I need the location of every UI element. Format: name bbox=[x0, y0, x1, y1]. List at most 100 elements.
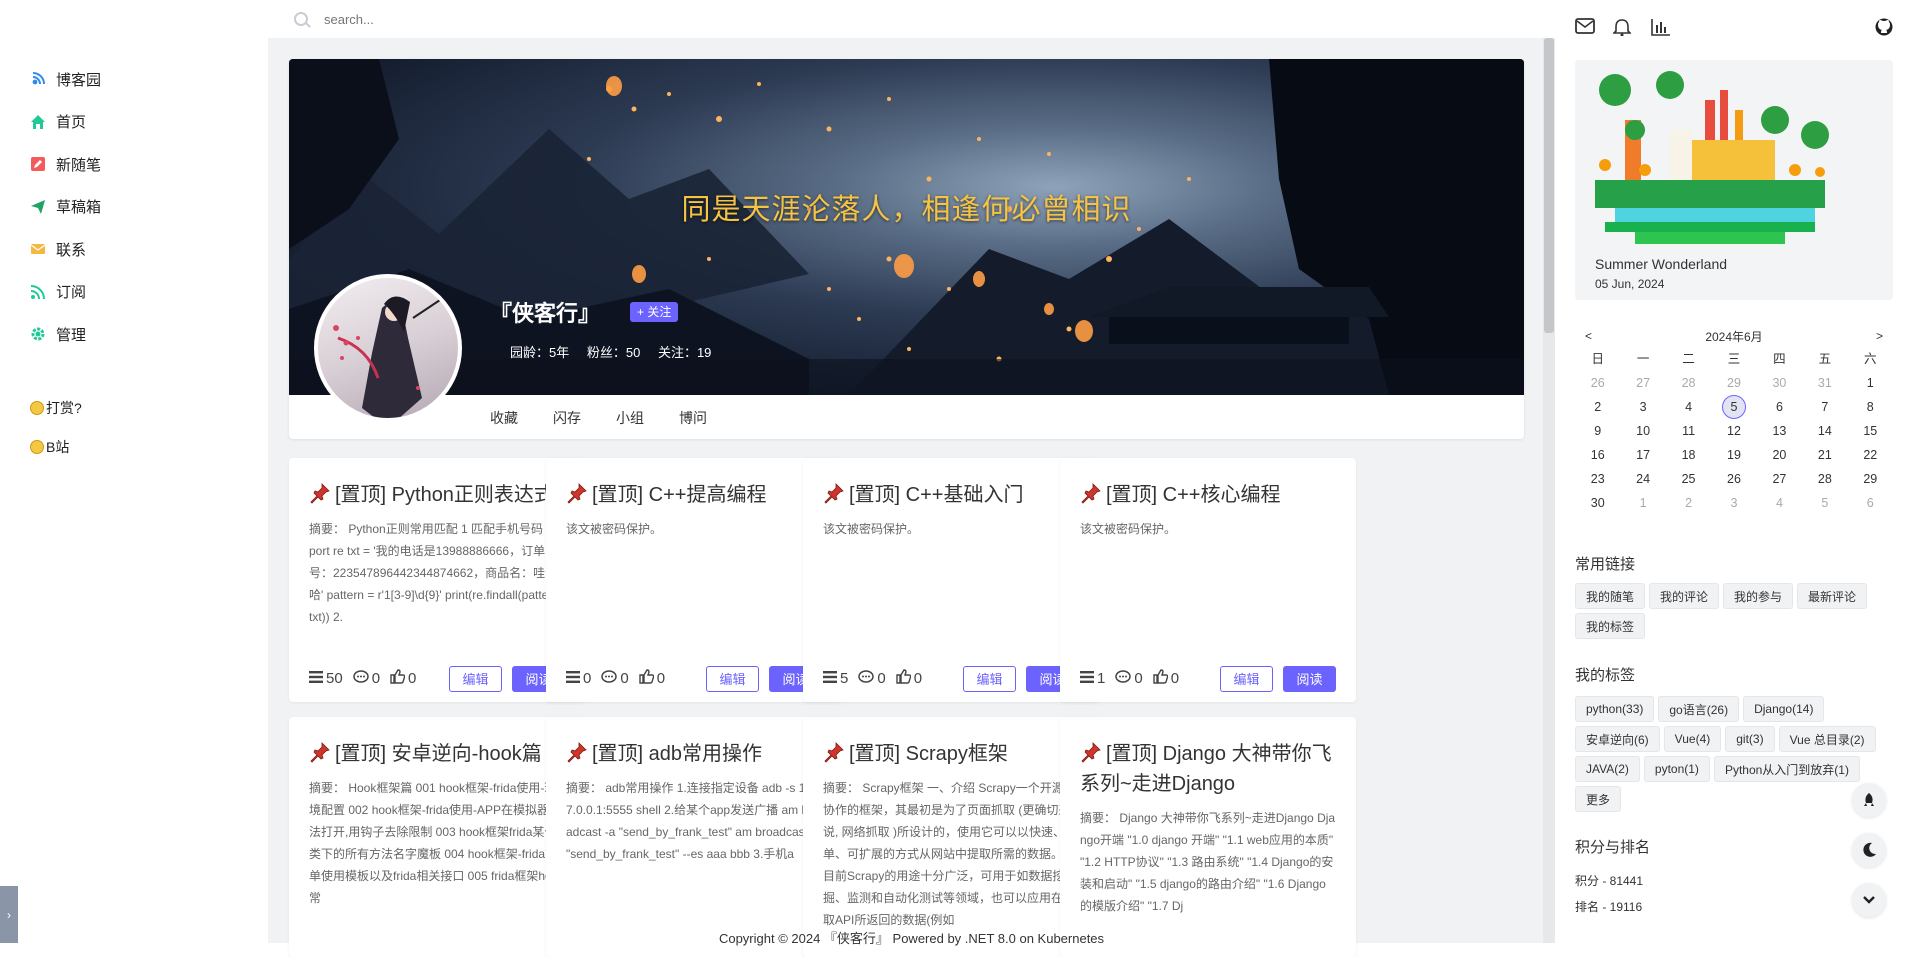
calendar-day[interactable]: 17 bbox=[1620, 443, 1665, 467]
calendar-day[interactable]: 30 bbox=[1575, 491, 1620, 515]
calendar-day[interactable]: 23 bbox=[1575, 467, 1620, 491]
post-title[interactable]: [置顶] 安卓逆向-hook篇 bbox=[309, 739, 565, 769]
github-icon[interactable] bbox=[1875, 18, 1893, 41]
link-chip[interactable]: 我的评论 bbox=[1649, 583, 1720, 609]
tag-chip[interactable]: Vue 总目录(2) bbox=[1778, 726, 1876, 752]
edit-button[interactable]: 编辑 bbox=[963, 665, 1016, 692]
calendar-day[interactable]: 4 bbox=[1757, 491, 1802, 515]
tag-chip[interactable]: 更多 bbox=[1575, 786, 1622, 812]
link-chip[interactable]: 最新评论 bbox=[1797, 583, 1868, 609]
profile-name[interactable]: 『侠客行』 bbox=[490, 296, 600, 328]
bell-icon[interactable] bbox=[1612, 18, 1632, 41]
tag-chip[interactable]: JAVA(2) bbox=[1575, 756, 1640, 782]
post-title[interactable]: [置顶] C++基础入门 bbox=[823, 480, 1079, 510]
tab-questions[interactable]: 博问 bbox=[679, 408, 707, 428]
profile-avatar[interactable] bbox=[314, 274, 462, 422]
calendar-day[interactable]: 20 bbox=[1757, 443, 1802, 467]
post-title[interactable]: [置顶] adb常用操作 bbox=[566, 739, 822, 769]
link-chip[interactable]: 我的随笔 bbox=[1575, 583, 1646, 609]
tag-chip[interactable]: python(33) bbox=[1575, 696, 1655, 722]
expand-handle[interactable]: › bbox=[0, 886, 18, 943]
calendar-day[interactable]: 9 bbox=[1575, 419, 1620, 443]
tab-groups[interactable]: 小组 bbox=[616, 408, 644, 428]
tab-flash[interactable]: 闪存 bbox=[553, 408, 581, 428]
calendar-today[interactable]: 5 bbox=[1711, 395, 1756, 419]
calendar-day[interactable]: 8 bbox=[1848, 395, 1893, 419]
calendar-day[interactable]: 25 bbox=[1666, 467, 1711, 491]
read-button[interactable]: 阅读 bbox=[1283, 665, 1336, 692]
calendar-day[interactable]: 6 bbox=[1848, 491, 1893, 515]
calendar-day[interactable]: 30 bbox=[1757, 371, 1802, 395]
post-title[interactable]: [置顶] Django 大神带你飞系列~走进Django bbox=[1080, 739, 1336, 799]
calendar-day[interactable]: 26 bbox=[1575, 371, 1620, 395]
tag-chip[interactable]: git(3) bbox=[1725, 726, 1775, 752]
calendar-day[interactable]: 3 bbox=[1620, 395, 1665, 419]
search-input[interactable] bbox=[324, 11, 624, 27]
rocket-button[interactable] bbox=[1852, 783, 1886, 817]
follow-button[interactable]: + 关注 bbox=[630, 302, 679, 322]
tag-chip[interactable]: 安卓逆向(6) bbox=[1575, 726, 1660, 752]
dark-mode-button[interactable] bbox=[1852, 833, 1886, 867]
scroll-down-button[interactable] bbox=[1852, 883, 1886, 917]
calendar-day[interactable]: 27 bbox=[1757, 467, 1802, 491]
calendar-day[interactable]: 1 bbox=[1620, 491, 1665, 515]
calendar-day[interactable]: 28 bbox=[1802, 467, 1847, 491]
calendar-day[interactable]: 11 bbox=[1666, 419, 1711, 443]
calendar-day[interactable]: 27 bbox=[1620, 371, 1665, 395]
edit-button[interactable]: 编辑 bbox=[1220, 665, 1273, 692]
tab-favorites[interactable]: 收藏 bbox=[490, 408, 518, 428]
calendar-day[interactable]: 29 bbox=[1848, 467, 1893, 491]
nav-item-edit[interactable]: 新随笔 bbox=[30, 143, 101, 186]
stat-following[interactable]: 关注：19 bbox=[658, 345, 711, 360]
post-title[interactable]: [置顶] Scrapy框架 bbox=[823, 739, 1079, 769]
bilibili-link[interactable]: B站 bbox=[30, 427, 82, 466]
nav-item-home[interactable]: 首页 bbox=[30, 101, 101, 144]
calendar-day[interactable]: 7 bbox=[1802, 395, 1847, 419]
calendar-day[interactable]: 2 bbox=[1666, 491, 1711, 515]
scrollbar[interactable] bbox=[1543, 38, 1555, 943]
calendar-day[interactable]: 16 bbox=[1575, 443, 1620, 467]
calendar-day[interactable]: 18 bbox=[1666, 443, 1711, 467]
calendar-day[interactable]: 6 bbox=[1757, 395, 1802, 419]
nav-item-rss[interactable]: 订阅 bbox=[30, 271, 101, 314]
stat-fans[interactable]: 粉丝：50 bbox=[587, 345, 640, 360]
post-title[interactable]: [置顶] C++核心编程 bbox=[1080, 480, 1336, 510]
link-chip[interactable]: 我的参与 bbox=[1723, 583, 1794, 609]
tag-chip[interactable]: pyton(1) bbox=[1643, 756, 1710, 782]
calendar-day[interactable]: 13 bbox=[1757, 419, 1802, 443]
edit-button[interactable]: 编辑 bbox=[449, 665, 502, 692]
nav-item-cnblogs[interactable]: 博客园 bbox=[30, 58, 101, 101]
tip-link[interactable]: 打赏? bbox=[30, 388, 82, 427]
calendar-day[interactable]: 1 bbox=[1848, 371, 1893, 395]
calendar-day[interactable]: 21 bbox=[1802, 443, 1847, 467]
nav-item-mail[interactable]: 联系 bbox=[30, 228, 101, 271]
tag-chip[interactable]: Vue(4) bbox=[1663, 726, 1722, 752]
calendar-day[interactable]: 28 bbox=[1666, 371, 1711, 395]
post-title[interactable]: [置顶] C++提高编程 bbox=[566, 480, 822, 510]
nav-item-gear[interactable]: 管理 bbox=[30, 313, 101, 356]
calendar-day[interactable]: 2 bbox=[1575, 395, 1620, 419]
edit-button[interactable]: 编辑 bbox=[706, 665, 759, 692]
prev-month-button[interactable]: < bbox=[1585, 329, 1592, 343]
calendar-day[interactable]: 26 bbox=[1711, 467, 1756, 491]
nav-item-send[interactable]: 草稿箱 bbox=[30, 186, 101, 229]
post-title[interactable]: [置顶] Python正则表达式 bbox=[309, 480, 565, 510]
link-chip[interactable]: 我的标签 bbox=[1575, 613, 1646, 639]
scrollbar-thumb[interactable] bbox=[1544, 38, 1554, 333]
calendar-day[interactable]: 15 bbox=[1848, 419, 1893, 443]
calendar-day[interactable]: 19 bbox=[1711, 443, 1756, 467]
stats-icon[interactable] bbox=[1651, 18, 1671, 41]
calendar-day[interactable]: 12 bbox=[1711, 419, 1756, 443]
calendar-day[interactable]: 5 bbox=[1802, 491, 1847, 515]
calendar-day[interactable]: 10 bbox=[1620, 419, 1665, 443]
calendar-day[interactable]: 4 bbox=[1666, 395, 1711, 419]
calendar-day[interactable]: 24 bbox=[1620, 467, 1665, 491]
mail-icon[interactable] bbox=[1575, 18, 1595, 39]
calendar-day[interactable]: 22 bbox=[1848, 443, 1893, 467]
calendar-day[interactable]: 14 bbox=[1802, 419, 1847, 443]
tag-chip[interactable]: Python从入门到放弃(1) bbox=[1713, 756, 1860, 782]
next-month-button[interactable]: > bbox=[1876, 329, 1883, 343]
calendar-day[interactable]: 3 bbox=[1711, 491, 1756, 515]
calendar-day[interactable]: 29 bbox=[1711, 371, 1756, 395]
tag-chip[interactable]: go语言(26) bbox=[1658, 696, 1740, 722]
